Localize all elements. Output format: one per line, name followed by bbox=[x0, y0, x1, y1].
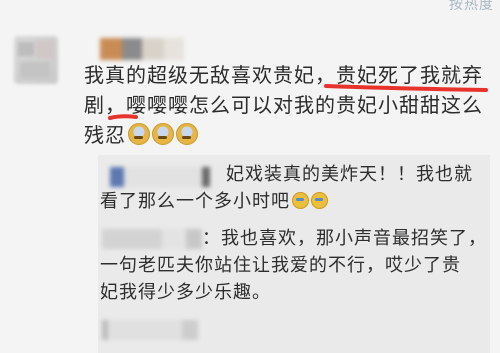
reply-3-username-blurred[interactable] bbox=[102, 320, 198, 340]
replies-box: 妃戏装真的美炸天！！我也就 看了那么一个多小时吧 ：我也喜欢，那小声音最招笑了，… bbox=[98, 155, 490, 353]
reply-2-line-3: 妃我得少多少乐趣。 bbox=[100, 282, 271, 303]
comment-line-1: 我真的超级无敌喜欢贵妃，贵妃死了我就弃 bbox=[84, 63, 483, 87]
username-blurred[interactable] bbox=[100, 38, 184, 60]
reply-2-line-2: 一句老匹夫你站住让我爱的不行，哎少了贵 bbox=[100, 255, 461, 276]
comment-line-3-text: 残忍 bbox=[84, 123, 126, 147]
sort-label: 按热度 bbox=[449, 0, 494, 13]
avatar[interactable] bbox=[14, 36, 58, 84]
crying-face-icon bbox=[152, 123, 174, 145]
reply-1-username-blurred[interactable] bbox=[110, 167, 228, 187]
thumbs-icon bbox=[292, 192, 309, 209]
comment-text: 我真的超级无敌喜欢贵妃，贵妃死了我就弃 剧，嘤嘤嘤怎么可以对我的贵妃小甜甜这么 … bbox=[84, 60, 492, 150]
reply-1-line-2-text: 看了那么一个多小时吧 bbox=[100, 191, 290, 212]
reply-1-line-1: 妃戏装真的美炸天！！我也就 bbox=[226, 164, 473, 185]
crying-face-icon bbox=[128, 123, 150, 145]
reply-2-username-blurred[interactable] bbox=[102, 229, 202, 249]
sort-by-hot-link[interactable]: 按热度 bbox=[449, 0, 494, 14]
reply-1-line-2: 看了那么一个多小时吧 bbox=[100, 188, 328, 215]
comment-line-3: 残忍 bbox=[84, 120, 492, 150]
thumbs-icon bbox=[311, 192, 328, 209]
crying-face-icon bbox=[176, 123, 198, 145]
comment-page: 按热度 我真的超级无敌喜欢贵妃，贵妃死了我就弃 剧，嘤嘤嘤怎么可以对我的贵妃小甜… bbox=[0, 0, 500, 353]
emoji-row bbox=[128, 123, 198, 145]
reply-2-line-1: ：我也喜欢，那小声音最招笑了， bbox=[202, 228, 487, 249]
comment-line-2: 剧，嘤嘤嘤怎么可以对我的贵妃小甜甜这么 bbox=[84, 93, 483, 117]
